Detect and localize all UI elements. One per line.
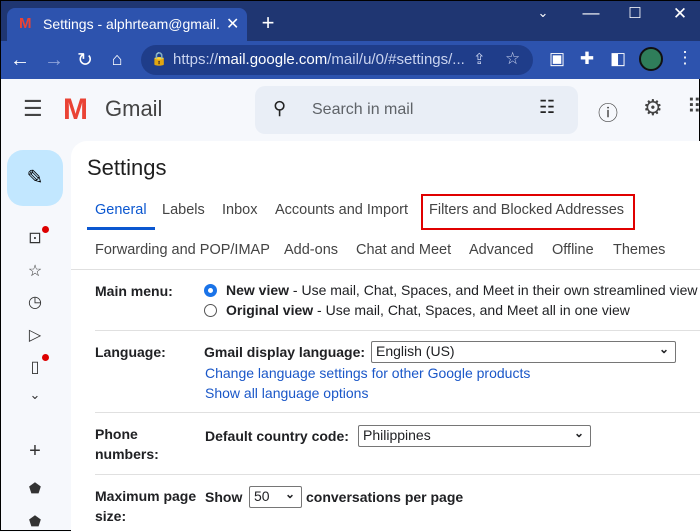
inbox-badge <box>42 226 49 233</box>
dropdown-chevron-icon: ⌄ <box>658 342 669 356</box>
lock-icon: 🔒 <box>151 51 168 66</box>
active-tab-underline <box>87 227 155 230</box>
tab-advanced[interactable]: Advanced <box>469 242 534 258</box>
highlight-box <box>421 194 635 230</box>
url-host: mail.google.com <box>218 51 328 68</box>
share-icon[interactable]: ⇪ <box>473 50 486 68</box>
country-code-label: Default country code: <box>205 428 349 444</box>
page-size-label-2: size: <box>95 508 127 524</box>
new-view-label: New view <box>226 282 290 298</box>
search-bar[interactable]: ⚲ Search in mail ☷ <box>255 86 578 134</box>
help-icon[interactable]: ⓘ <box>598 97 618 126</box>
home-icon[interactable]: ⌂ <box>105 49 129 70</box>
tab-search-icon[interactable]: ⌄ <box>531 5 555 21</box>
browser-tab[interactable]: M Settings - alphrteam@gmail.com ✕ <box>7 8 247 41</box>
display-language-label: Gmail display language: <box>204 344 366 360</box>
menu-dots-icon[interactable]: ⋮ <box>673 48 697 68</box>
puzzle-icon[interactable]: ✚ <box>575 49 599 69</box>
divider <box>95 412 700 413</box>
divider <box>95 474 700 475</box>
tab-title: Settings - alphrteam@gmail.com <box>43 16 219 32</box>
more-chevron-icon[interactable]: ⌄ <box>23 387 47 403</box>
label-icon[interactable]: ⬟ <box>23 480 47 497</box>
show-label: Show <box>205 489 243 505</box>
change-language-link[interactable]: Change language settings for other Googl… <box>205 365 530 381</box>
close-tab-icon[interactable]: ✕ <box>226 14 239 34</box>
language-label: Language: <box>95 344 166 360</box>
address-bar[interactable]: 🔒 https://mail.google.com/mail/u/0/#sett… <box>141 45 533 75</box>
minimize-icon[interactable]: — <box>579 3 603 23</box>
page-size-label: Maximum page <box>95 488 197 504</box>
tab-addons[interactable]: Add-ons <box>284 242 338 258</box>
search-icon[interactable]: ⚲ <box>273 98 286 119</box>
original-view-label: Original view <box>226 302 314 318</box>
page-title: Settings <box>87 155 167 180</box>
settings-panel: Settings General Labels Inbox Accounts a… <box>71 141 700 532</box>
divider <box>95 330 700 331</box>
page-size-select[interactable]: 50 ⌄ <box>249 486 302 508</box>
dropdown-chevron-icon: ⌄ <box>573 426 584 440</box>
new-view-desc: - Use mail, Chat, Spaces, and Meet in th… <box>289 282 698 298</box>
original-view-desc: - Use mail, Chat, Spaces, and Meet all i… <box>313 302 630 318</box>
starred-icon[interactable]: ☆ <box>23 261 47 281</box>
new-view-radio[interactable] <box>204 284 217 297</box>
display-language-value: English (US) <box>376 343 455 359</box>
url-path: /mail/u/0/#settings/... <box>327 51 465 68</box>
maximize-icon[interactable]: ☐ <box>623 4 647 22</box>
tab-themes[interactable]: Themes <box>613 242 665 258</box>
gmail-logo-icon: M <box>63 93 88 126</box>
page-size-value: 50 <box>254 488 270 504</box>
gmail-wordmark: Gmail <box>105 96 163 121</box>
phone-label: Phone <box>95 426 138 442</box>
back-icon[interactable]: ← <box>8 49 32 72</box>
main-menu-label: Main menu: <box>95 283 173 299</box>
dropdown-chevron-icon: ⌄ <box>284 487 295 501</box>
phone-label-2: numbers: <box>95 446 159 462</box>
extension-icon[interactable]: ▣ <box>545 49 569 69</box>
compose-pencil-icon[interactable]: ✎ <box>7 150 63 206</box>
forward-icon[interactable]: → <box>42 49 66 72</box>
country-code-value: Philippines <box>363 427 431 443</box>
main-menu-icon[interactable]: ☰ <box>23 96 43 122</box>
bookmark-star-icon[interactable]: ☆ <box>505 49 520 69</box>
tab-inbox[interactable]: Inbox <box>222 202 257 218</box>
create-label-icon[interactable]: + <box>23 440 47 463</box>
apps-grid-icon[interactable]: ⠿ <box>687 94 700 119</box>
new-tab-icon[interactable]: + <box>256 10 280 36</box>
tab-labels[interactable]: Labels <box>162 202 205 218</box>
display-language-select[interactable]: English (US) ⌄ <box>371 341 676 363</box>
url-prefix: https:// <box>173 51 219 68</box>
sent-icon[interactable]: ▷ <box>23 325 47 345</box>
tab-general[interactable]: General <box>95 202 147 218</box>
side-panel-icon[interactable]: ◧ <box>606 49 630 69</box>
search-options-icon[interactable]: ☷ <box>539 97 555 118</box>
profile-avatar[interactable] <box>639 47 663 71</box>
reload-icon[interactable]: ↻ <box>73 49 97 72</box>
drafts-badge <box>42 354 49 361</box>
per-page-label: conversations per page <box>306 489 464 505</box>
tab-forwarding[interactable]: Forwarding and POP/IMAP <box>95 242 270 258</box>
divider <box>71 269 700 270</box>
tab-accounts-import[interactable]: Accounts and Import <box>275 202 408 218</box>
close-window-icon[interactable]: ✕ <box>668 4 692 24</box>
snoozed-icon[interactable]: ◷ <box>23 292 47 312</box>
tab-chat-meet[interactable]: Chat and Meet <box>356 242 451 258</box>
url-text: https://mail.google.com/mail/u/0/#settin… <box>173 51 465 68</box>
search-input[interactable]: Search in mail <box>312 101 413 119</box>
settings-gear-icon[interactable]: ⚙ <box>643 95 663 121</box>
tab-offline[interactable]: Offline <box>552 242 594 258</box>
country-code-select[interactable]: Philippines ⌄ <box>358 425 591 447</box>
label-icon[interactable]: ⬟ <box>23 513 47 530</box>
original-view-radio[interactable] <box>204 304 217 317</box>
show-languages-link[interactable]: Show all language options <box>205 385 368 401</box>
gmail-favicon-icon: M <box>19 15 32 32</box>
